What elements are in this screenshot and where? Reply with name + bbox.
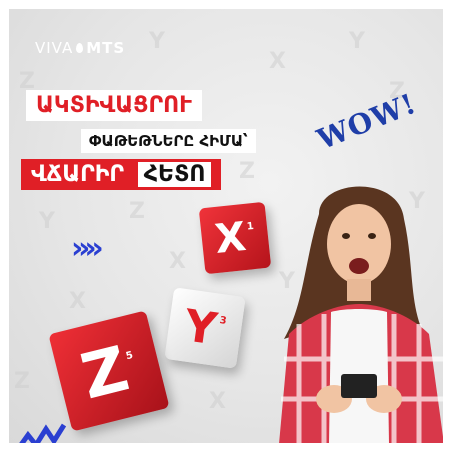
cube-x-letter: X (212, 213, 249, 263)
cube-z-letter: Z (74, 331, 136, 413)
cube-y: Y3 (164, 287, 246, 369)
brand-viva: VIVA (35, 39, 74, 57)
double-chevron-right-icon: »» (71, 231, 104, 266)
cube-z-sup: 5 (124, 349, 135, 362)
drop-icon (76, 43, 84, 53)
phone-icon (341, 374, 377, 398)
headline-line-3: ՎՃԱՐԻՐ ՀԵՏՈ (21, 159, 222, 190)
cube-y-letter: Y (181, 299, 220, 355)
ad-banner: Z Y X Z Y Z X Z X Y Z Y Y X VIVA MTS ԱԿՏ… (9, 9, 443, 443)
headline-line-2: ՓԱԹԵԹՆԵՐԸ ՀԻՄԱ՝ (81, 129, 256, 153)
headline-line-1: ԱԿՏԻՎԱՑՐՈՒ (26, 90, 202, 121)
brand-mts: MTS (86, 39, 126, 57)
woman-with-phone-illustration (279, 186, 443, 443)
headline-line-3-red: ՎՃԱՐԻՐ (31, 162, 125, 187)
cube-x-sup: 1 (246, 220, 255, 233)
headline-line-3-dark: ՀԵՏՈ (137, 162, 212, 187)
zigzag-decoration-icon (19, 423, 67, 443)
brand-logo: VIVA MTS (35, 39, 125, 57)
cube-y-sup: 3 (218, 314, 228, 327)
